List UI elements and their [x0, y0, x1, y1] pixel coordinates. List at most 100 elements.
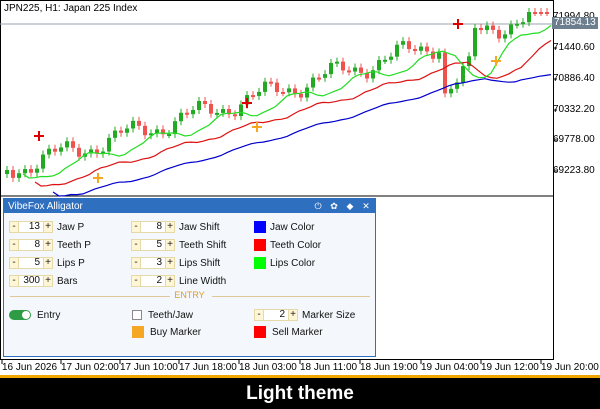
candle-body: [269, 81, 273, 84]
pin-icon[interactable]: ◆: [345, 201, 355, 211]
buy-marker-label: Buy Marker: [150, 326, 202, 338]
line-width-value[interactable]: 2: [141, 275, 165, 287]
lips-period-value[interactable]: 5: [19, 257, 43, 269]
candle-body: [395, 44, 399, 57]
symbol-label: JPN225, H1: Japan 225 Index: [4, 3, 138, 14]
lips-period-stepper: - 5 +: [9, 257, 53, 269]
teeth-color-swatch[interactable]: [254, 239, 266, 251]
lips-shift-value[interactable]: 3: [141, 257, 165, 269]
power-icon[interactable]: ⏻: [313, 201, 323, 211]
candle-body: [77, 147, 81, 157]
teeth-shift-value[interactable]: 5: [141, 239, 165, 251]
candle-body: [203, 101, 207, 105]
candle-body: [407, 41, 411, 50]
jaw-period-stepper: - 13 +: [9, 221, 53, 233]
entry-row: Entry: [9, 308, 60, 322]
lips-color-swatch[interactable]: [254, 257, 266, 269]
candle-body: [287, 88, 291, 93]
jaw-color-row: Jaw Color: [254, 220, 314, 234]
lips-shift-increment[interactable]: +: [165, 257, 175, 269]
candle-body: [65, 141, 69, 148]
bars-decrement[interactable]: -: [9, 275, 19, 287]
time-axis-label: 19 Jun 20:00: [541, 362, 599, 373]
candle-body: [503, 34, 507, 39]
candle-body: [275, 82, 279, 92]
candle-body: [353, 67, 357, 72]
candle-body: [335, 61, 339, 64]
gear-icon[interactable]: ✿: [329, 201, 339, 211]
line-width-label: Line Width: [179, 275, 227, 287]
candle-body: [17, 173, 21, 178]
sell-marker-row: Sell Marker: [254, 325, 323, 339]
candle-body: [71, 141, 75, 148]
lips-period-increment[interactable]: +: [43, 257, 53, 269]
panel-title: VibeFox Alligator: [8, 200, 83, 212]
candle-body: [35, 168, 39, 173]
marker-size-label: Marker Size: [302, 309, 356, 321]
teeth-jaw-checkbox[interactable]: [132, 310, 142, 320]
alligator-settings-panel: VibeFox Alligator ⏻ ✿ ◆ ✕ - 13 + Jaw P -…: [3, 198, 376, 357]
current-price-label: 71854.13: [552, 17, 598, 29]
bars-value[interactable]: 300: [19, 275, 43, 287]
candle-body: [179, 112, 183, 122]
teeth-period-increment[interactable]: +: [43, 239, 53, 251]
marker-size-stepper: - 2 +: [254, 309, 298, 321]
line-width-stepper: - 2 +: [131, 275, 175, 287]
jaw-shift-value[interactable]: 8: [141, 221, 165, 233]
price-axis-label: 70886.40: [553, 73, 595, 84]
jaw-period-decrement[interactable]: -: [9, 221, 19, 233]
time-axis-label: 18 Jun 19:00: [360, 362, 418, 373]
sell-marker-label: Sell Marker: [272, 326, 323, 338]
time-axis-label: 17 Jun 18:00: [179, 362, 237, 373]
candle-body: [377, 60, 381, 71]
lips-shift-decrement[interactable]: -: [131, 257, 141, 269]
jaw-shift-label: Jaw Shift: [179, 221, 220, 233]
buy-marker-swatch[interactable]: [132, 326, 144, 338]
lips-period-decrement[interactable]: -: [9, 257, 19, 269]
jaw-shift-stepper: - 8 +: [131, 221, 175, 233]
time-axis-label: 19 Jun 12:00: [481, 362, 539, 373]
panel-header[interactable]: VibeFox Alligator ⏻ ✿ ◆ ✕: [4, 199, 375, 213]
entry-toggle[interactable]: [9, 310, 31, 320]
teeth-period-decrement[interactable]: -: [9, 239, 19, 251]
sell-marker-swatch[interactable]: [254, 326, 266, 338]
teeth-jaw-label: Teeth/Jaw: [148, 309, 194, 321]
teeth-period-row: - 8 + Teeth P: [9, 238, 91, 252]
teeth-color-row: Teeth Color: [254, 238, 321, 252]
line-width-increment[interactable]: +: [165, 275, 175, 287]
marker-size-value[interactable]: 2: [264, 309, 288, 321]
jaw-period-label: Jaw P: [57, 221, 85, 233]
candle-body: [341, 61, 345, 71]
candle-body: [41, 154, 45, 169]
jaw-color-swatch[interactable]: [254, 221, 266, 233]
section-divider: [212, 296, 370, 297]
bars-increment[interactable]: +: [43, 275, 53, 287]
close-icon[interactable]: ✕: [361, 201, 371, 211]
teeth-shift-increment[interactable]: +: [165, 239, 175, 251]
line-width-decrement[interactable]: -: [131, 275, 141, 287]
candle-body: [281, 91, 285, 94]
jaw-period-value[interactable]: 13: [19, 221, 43, 233]
candle-body: [413, 49, 417, 52]
jaw-period-increment[interactable]: +: [43, 221, 53, 233]
teeth-period-stepper: - 8 +: [9, 239, 53, 251]
teeth-shift-decrement[interactable]: -: [131, 239, 141, 251]
candle-body: [509, 24, 513, 35]
price-axis-label: 71440.60: [553, 42, 595, 53]
jaw-shift-increment[interactable]: +: [165, 221, 175, 233]
bars-row: - 300 + Bars: [9, 274, 78, 288]
marker-size-decrement[interactable]: -: [254, 309, 264, 321]
candle-body: [11, 170, 15, 178]
teeth-period-value[interactable]: 8: [19, 239, 43, 251]
teeth-color-label: Teeth Color: [270, 239, 322, 251]
marker-size-row: - 2 + Marker Size: [254, 308, 355, 322]
marker-size-increment[interactable]: +: [288, 309, 298, 321]
lips-period-label: Lips P: [57, 257, 85, 269]
candle-body: [299, 93, 303, 98]
candle-body: [191, 109, 195, 115]
jaw-color-label: Jaw Color: [270, 221, 315, 233]
candle-body: [143, 125, 147, 136]
lips-shift-stepper: - 3 +: [131, 257, 175, 269]
jaw-shift-decrement[interactable]: -: [131, 221, 141, 233]
candle-body: [449, 88, 453, 94]
